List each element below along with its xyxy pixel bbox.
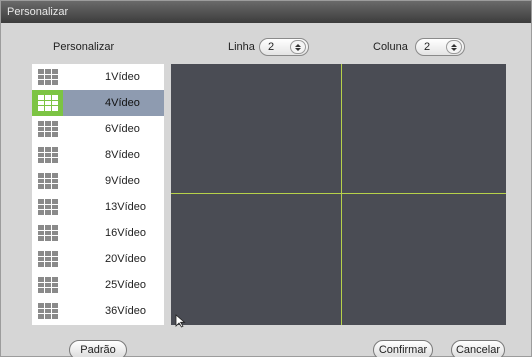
layout-item-label: 6Vídeo: [105, 123, 140, 135]
grid-icon: [37, 173, 58, 189]
layout-item[interactable]: 1Vídeo: [32, 64, 164, 90]
layout-item-label: 9Vídeo: [105, 175, 140, 187]
personalizar-dialog: Personalizar Personalizar Linha 2 Coluna…: [0, 0, 532, 357]
confirm-button[interactable]: Confirmar: [373, 340, 433, 357]
layout-item[interactable]: 16Vídeo: [32, 220, 164, 246]
layout-item-label: 4Vídeo: [63, 90, 164, 116]
default-button[interactable]: Padrão: [69, 340, 127, 357]
preview-divider-horizontal: [171, 193, 506, 194]
cols-stepper[interactable]: 2: [415, 38, 465, 56]
grid-icon: [37, 121, 58, 137]
rows-value[interactable]: 2: [260, 41, 290, 53]
cols-label: Coluna: [373, 41, 408, 53]
layout-item[interactable]: 6Vídeo: [32, 116, 164, 142]
mouse-pointer-icon: [175, 314, 186, 328]
layout-item-label: 36Vídeo: [105, 305, 146, 317]
window-title: Personalizar: [1, 1, 531, 23]
cols-spin-icon[interactable]: [446, 40, 462, 54]
layout-item[interactable]: 36Vídeo: [32, 298, 164, 324]
cols-value[interactable]: 2: [416, 41, 446, 53]
grid-icon: [37, 277, 58, 293]
layout-item[interactable]: 25Vídeo: [32, 272, 164, 298]
rows-label: Linha: [228, 41, 255, 53]
layout-item[interactable]: 8Vídeo: [32, 142, 164, 168]
grid-icon: [37, 199, 58, 215]
layout-item-label: 8Vídeo: [105, 149, 140, 161]
layout-list: 1Vídeo 4Vídeo 6Vídeo 8Vídeo 9Vídeo 13Víd…: [32, 64, 164, 325]
layout-item-label: 13Vídeo: [105, 201, 146, 213]
rows-stepper[interactable]: 2: [259, 38, 309, 56]
grid-icon: [37, 251, 58, 267]
grid-icon: [37, 95, 58, 111]
layout-item[interactable]: 13Vídeo: [32, 194, 164, 220]
layout-preview[interactable]: [171, 64, 506, 325]
layout-item-label: 16Vídeo: [105, 227, 146, 239]
grid-icon: [37, 147, 58, 163]
layout-item[interactable]: 9Vídeo: [32, 168, 164, 194]
layout-item-label: 20Vídeo: [105, 253, 146, 265]
grid-icon: [37, 69, 58, 85]
layout-item[interactable]: 4Vídeo: [32, 90, 164, 116]
layout-item-label: 1Vídeo: [105, 71, 140, 83]
layout-item[interactable]: 20Vídeo: [32, 246, 164, 272]
layout-item-label: 25Vídeo: [105, 279, 146, 291]
grid-icon: [37, 225, 58, 241]
rows-spin-icon[interactable]: [290, 40, 306, 54]
cancel-button[interactable]: Cancelar: [451, 340, 505, 357]
grid-icon: [37, 303, 58, 319]
preview-divider-vertical: [341, 64, 342, 325]
layout-list-header: Personalizar: [53, 41, 115, 53]
